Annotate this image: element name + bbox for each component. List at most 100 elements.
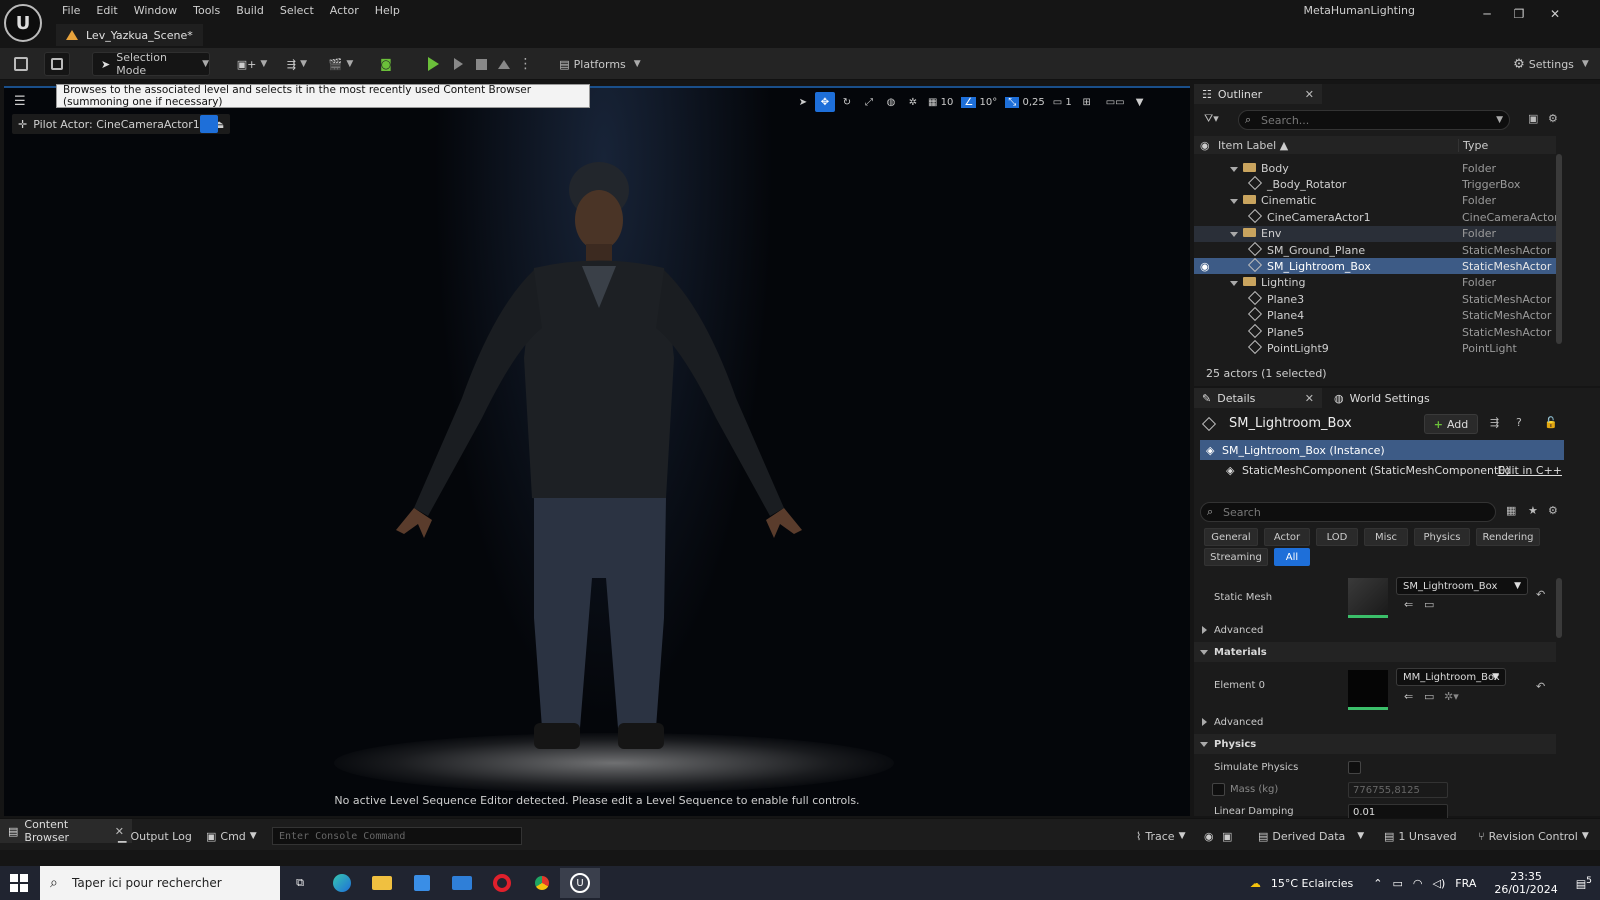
advanced-section[interactable]: Advanced — [1194, 620, 1556, 640]
unreal-logo-icon[interactable]: U — [4, 4, 42, 42]
filter-rendering[interactable]: Rendering — [1476, 528, 1540, 546]
visibility-icon[interactable]: ◉ — [1200, 260, 1210, 273]
outliner-actor-row[interactable]: Plane5 StaticMeshActor — [1194, 323, 1556, 340]
filter-physics[interactable]: Physics — [1414, 528, 1470, 546]
outliner-actor-row[interactable]: SM_Ground_Plane StaticMeshActor — [1194, 241, 1556, 258]
texture-options-icon[interactable]: ✲▾ — [1444, 690, 1459, 703]
translate-tool-icon[interactable]: ✥ — [815, 92, 835, 112]
add-content-icon[interactable]: ▣+ ▼ — [234, 52, 270, 76]
add-folder-icon[interactable]: ▣ — [1528, 112, 1538, 125]
physics-section[interactable]: Physics — [1194, 734, 1556, 754]
menu-select[interactable]: Select — [272, 2, 322, 20]
browse-asset-icon[interactable]: ▭ — [1424, 690, 1434, 703]
surface-snap-icon[interactable]: ✲ — [903, 92, 923, 112]
settings-dropdown[interactable]: ⚙ Settings ▼ — [1510, 52, 1592, 76]
blueprint-icon[interactable]: ⇶ — [1490, 416, 1499, 429]
lock-icon[interactable]: 🔓 — [1544, 416, 1558, 429]
item-label-header[interactable]: Item Label ▲ — [1218, 139, 1288, 152]
cmd-dropdown[interactable]: ▣ Cmd ▼ — [206, 827, 257, 845]
console-command-input[interactable]: Enter Console Command — [272, 827, 522, 845]
static-mesh-thumbnail[interactable] — [1348, 578, 1388, 618]
store-icon[interactable] — [406, 870, 438, 896]
material-thumbnail[interactable] — [1348, 670, 1388, 710]
opera-icon[interactable] — [486, 870, 518, 896]
filter-icon[interactable]: ⛛▾ — [1204, 112, 1219, 126]
play-icon[interactable] — [422, 52, 444, 76]
save-icon[interactable] — [10, 52, 32, 76]
revision-control-dropdown[interactable]: ⑂ Revision Control ▼ — [1478, 827, 1589, 845]
outliner-search-input[interactable]: ⌕ Search... ▼ — [1238, 110, 1510, 130]
platforms-dropdown[interactable]: ▤ Platforms ▼ — [558, 52, 642, 76]
filter-lod[interactable]: LOD — [1316, 528, 1358, 546]
camera-speed-button[interactable]: ▭ 1 — [1050, 92, 1075, 112]
edit-in-cpp-link[interactable]: Edit in C++ — [1498, 464, 1562, 477]
blueprint-icon[interactable]: ⇶ ▼ — [280, 52, 314, 76]
windows-start-icon[interactable] — [10, 874, 28, 892]
scale-tool-icon[interactable]: ⤢ — [859, 92, 879, 112]
outliner-folder-row[interactable]: Env Folder — [1194, 225, 1556, 242]
outliner-tab[interactable]: ☷ Outliner ✕ — [1194, 84, 1322, 104]
maximize-viewport-icon[interactable]: ⊞ — [1077, 92, 1097, 112]
selection-mode-dropdown[interactable]: ➤ Selection Mode ▼ — [92, 51, 210, 77]
star-icon[interactable]: ★ — [1528, 504, 1538, 517]
notifications-icon[interactable]: ▤5 — [1576, 875, 1592, 891]
output-log-button[interactable]: ▁ Output Log — [118, 827, 192, 845]
browse-level-icon[interactable] — [44, 52, 70, 76]
menu-window[interactable]: Window — [126, 2, 185, 20]
collapse-icon[interactable] — [1230, 281, 1238, 287]
more-options-icon[interactable]: ⋮ — [518, 52, 533, 76]
game-mode-icon[interactable]: ◙ — [374, 52, 398, 76]
level-viewport[interactable]: No active Level Sequence Editor detected… — [4, 86, 1190, 816]
scale-snap-button[interactable]: ⤡ 0,25 — [1002, 92, 1047, 112]
chevron-down-icon[interactable]: ▼ — [1130, 92, 1150, 112]
gear-icon[interactable]: ⚙ — [1548, 112, 1558, 125]
mass-field[interactable]: 776755,8125 — [1348, 782, 1448, 798]
type-header[interactable]: Type — [1458, 138, 1488, 152]
outliner-folder-row[interactable]: Lighting Folder — [1194, 275, 1556, 291]
mass-override-checkbox[interactable] — [1212, 783, 1225, 796]
menu-file[interactable]: File — [54, 2, 88, 20]
select-tool-icon[interactable]: ➤ — [793, 92, 813, 112]
material-combo[interactable]: MM_Lightroom_Box ▼ — [1396, 668, 1506, 686]
menu-tools[interactable]: Tools — [185, 2, 228, 20]
outliner-scrollbar[interactable] — [1556, 154, 1562, 344]
collapse-icon[interactable] — [1230, 199, 1238, 205]
outliner-actor-row[interactable]: ◉ SM_Lightroom_Box StaticMeshActor — [1194, 257, 1556, 275]
outliner-folder-row[interactable]: Body Folder — [1194, 160, 1556, 176]
menu-edit[interactable]: Edit — [88, 2, 125, 20]
edge-icon[interactable] — [326, 870, 358, 896]
close-icon[interactable]: ✕ — [1540, 4, 1570, 24]
outliner-actor-row[interactable]: Plane3 StaticMeshActor — [1194, 290, 1556, 307]
outliner-actor-row[interactable]: PointLight9 PointLight — [1194, 339, 1556, 356]
help-icon[interactable]: ? — [1516, 416, 1522, 429]
content-browser-tab[interactable]: ▤ Content Browser ✕ — [0, 818, 132, 844]
add-component-button[interactable]: + Add — [1424, 414, 1478, 434]
trace-dropdown[interactable]: ⌇ Trace ▼ — [1136, 827, 1185, 845]
chevron-up-icon[interactable]: ⌃ — [1373, 877, 1382, 890]
use-selected-icon[interactable]: ⇐ — [1404, 598, 1413, 611]
volume-icon[interactable]: ◁) — [1433, 877, 1446, 890]
weather-label[interactable]: 15°C Eclaircies — [1271, 877, 1353, 890]
restore-icon[interactable]: ❐ — [1504, 4, 1534, 24]
collapse-icon[interactable] — [1230, 232, 1238, 238]
layout-icon[interactable]: ▭▭ — [1103, 92, 1128, 112]
filter-streaming[interactable]: Streaming — [1204, 548, 1268, 566]
filter-actor[interactable]: Actor — [1264, 528, 1310, 546]
taskbar-search-input[interactable]: ⌕ Taper ici pour rechercher — [40, 866, 280, 900]
reset-to-default-icon[interactable]: ↶ — [1536, 680, 1545, 693]
clock[interactable]: 23:35 26/01/2024 — [1494, 870, 1557, 896]
advance-frame-icon[interactable] — [448, 52, 468, 76]
use-selected-icon[interactable]: ⇐ — [1404, 690, 1413, 703]
minimize-icon[interactable]: ─ — [1472, 4, 1502, 24]
language-label[interactable]: FRA — [1455, 877, 1476, 890]
materials-section[interactable]: Materials — [1194, 642, 1556, 662]
table-view-icon[interactable]: ▦ — [1506, 504, 1516, 517]
level-tab[interactable]: Lev_Yazkua_Scene* — [56, 24, 203, 46]
wifi-icon[interactable]: ◠ — [1413, 877, 1423, 890]
filter-all[interactable]: All — [1274, 548, 1310, 566]
unreal-taskbar-icon[interactable]: U — [560, 868, 600, 898]
close-tab-icon[interactable]: ✕ — [1305, 392, 1314, 405]
filter-misc[interactable]: Misc — [1364, 528, 1408, 546]
file-explorer-icon[interactable] — [366, 870, 398, 896]
filter-general[interactable]: General — [1204, 528, 1258, 546]
